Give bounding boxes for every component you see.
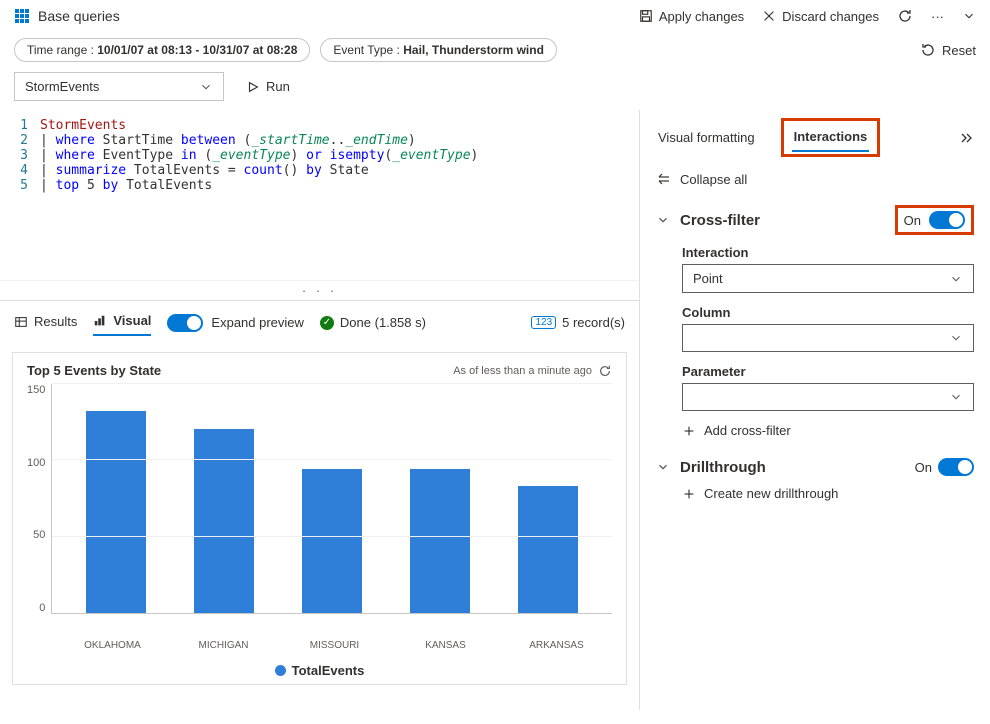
resize-handle[interactable]: · · ·	[0, 280, 639, 300]
done-label: Done (1.858 s)	[340, 315, 426, 330]
cross-filter-toggle-highlight: On	[895, 205, 974, 235]
results-label: Results	[34, 314, 77, 329]
chart-x-axis: OKLAHOMAMICHIGANMISSOURIKANSASARKANSAS	[27, 640, 612, 651]
close-icon	[762, 9, 776, 23]
check-icon: ✓	[320, 316, 334, 330]
add-cross-filter-label: Add cross-filter	[704, 423, 791, 438]
cross-filter-heading: Cross-filter	[680, 212, 760, 229]
chevron-down-icon[interactable]	[656, 213, 670, 227]
apply-changes-button[interactable]: Apply changes	[639, 9, 744, 24]
expand-label: Expand preview	[211, 315, 304, 330]
reset-icon	[920, 42, 936, 58]
event-type-value: Hail, Thunderstorm wind	[403, 43, 544, 57]
chevron-down-icon[interactable]	[656, 460, 670, 474]
chevron-down-icon	[199, 80, 213, 94]
collapse-all-label: Collapse all	[680, 172, 747, 187]
results-tab[interactable]: Results	[14, 310, 77, 335]
chart-plot[interactable]	[51, 384, 612, 614]
column-label: Column	[682, 305, 974, 320]
chevron-down-icon	[949, 331, 963, 345]
play-icon	[246, 80, 260, 94]
ellipsis-icon: ···	[931, 9, 944, 24]
parameter-select[interactable]	[682, 383, 974, 411]
apply-label: Apply changes	[659, 9, 744, 24]
drillthrough-toggle[interactable]	[938, 458, 974, 476]
collapse-icon	[656, 171, 672, 187]
interactions-tab[interactable]: Interactions	[792, 123, 870, 152]
column-select[interactable]	[682, 324, 974, 352]
page-title: Base queries	[38, 8, 120, 24]
on-label: On	[915, 460, 932, 475]
save-icon	[639, 9, 653, 23]
discard-changes-button[interactable]: Discard changes	[762, 9, 879, 24]
interaction-select[interactable]: Point	[682, 264, 974, 293]
visual-tab[interactable]: Visual	[93, 309, 151, 336]
chevron-down-button[interactable]	[962, 9, 976, 23]
event-type-label: Event Type :	[333, 43, 403, 57]
source-value: StormEvents	[25, 79, 99, 94]
reset-button[interactable]: Reset	[920, 42, 976, 58]
more-button[interactable]: ···	[931, 9, 944, 24]
event-type-filter[interactable]: Event Type : Hail, Thunderstorm wind	[320, 38, 557, 62]
drillthrough-heading: Drillthrough	[680, 459, 766, 476]
interaction-value: Point	[693, 271, 723, 286]
source-select[interactable]: StormEvents	[14, 72, 224, 101]
grid-icon	[14, 8, 30, 24]
chevron-down-icon	[962, 9, 976, 23]
add-cross-filter-button[interactable]: Add cross-filter	[682, 423, 974, 438]
chevron-down-icon	[949, 390, 963, 404]
parameter-label: Parameter	[682, 364, 974, 379]
time-range-label: Time range :	[27, 43, 97, 57]
interactions-highlight: Interactions	[781, 118, 881, 157]
run-button[interactable]: Run	[236, 72, 300, 101]
chevron-down-icon	[949, 272, 963, 286]
reset-label: Reset	[942, 43, 976, 58]
cross-filter-toggle[interactable]	[929, 211, 965, 229]
chart-bar[interactable]	[68, 411, 165, 613]
collapse-pane-button[interactable]	[958, 130, 974, 146]
refresh-icon[interactable]	[598, 364, 612, 378]
run-label: Run	[266, 79, 290, 94]
chart-timestamp: As of less than a minute ago	[453, 365, 592, 377]
chart-card: Top 5 Events by State As of less than a …	[12, 352, 627, 685]
chart-bar[interactable]	[176, 429, 273, 613]
records-label: 5 record(s)	[562, 315, 625, 330]
interaction-label: Interaction	[682, 245, 974, 260]
chart-title: Top 5 Events by State	[27, 363, 161, 378]
visual-label: Visual	[113, 313, 151, 328]
records-icon: 123	[531, 316, 556, 329]
chart-y-axis: 150100500	[27, 384, 51, 614]
legend-dot	[275, 665, 286, 676]
time-range-value: 10/01/07 at 08:13 - 10/31/07 at 08:28	[97, 43, 297, 57]
table-icon	[14, 315, 28, 329]
plus-icon	[682, 487, 696, 501]
time-range-filter[interactable]: Time range : 10/01/07 at 08:13 - 10/31/0…	[14, 38, 310, 62]
collapse-all-button[interactable]: Collapse all	[656, 171, 974, 187]
chart-bar[interactable]	[284, 469, 381, 613]
expand-preview-toggle[interactable]	[167, 314, 203, 332]
chart-bar[interactable]	[392, 469, 489, 613]
chevron-double-right-icon	[958, 130, 974, 146]
query-editor[interactable]: 1StormEvents2| where StartTime between (…	[0, 110, 639, 280]
plus-icon	[682, 424, 696, 438]
create-drillthrough-button[interactable]: Create new drillthrough	[682, 486, 974, 501]
refresh-icon	[897, 8, 913, 24]
on-label: On	[904, 213, 921, 228]
create-drillthrough-label: Create new drillthrough	[704, 486, 838, 501]
chart-icon	[93, 314, 107, 328]
visual-formatting-tab[interactable]: Visual formatting	[656, 124, 757, 151]
chart-bar[interactable]	[499, 486, 596, 613]
discard-label: Discard changes	[782, 9, 879, 24]
legend-label: TotalEvents	[292, 663, 365, 678]
refresh-button[interactable]	[897, 8, 913, 24]
